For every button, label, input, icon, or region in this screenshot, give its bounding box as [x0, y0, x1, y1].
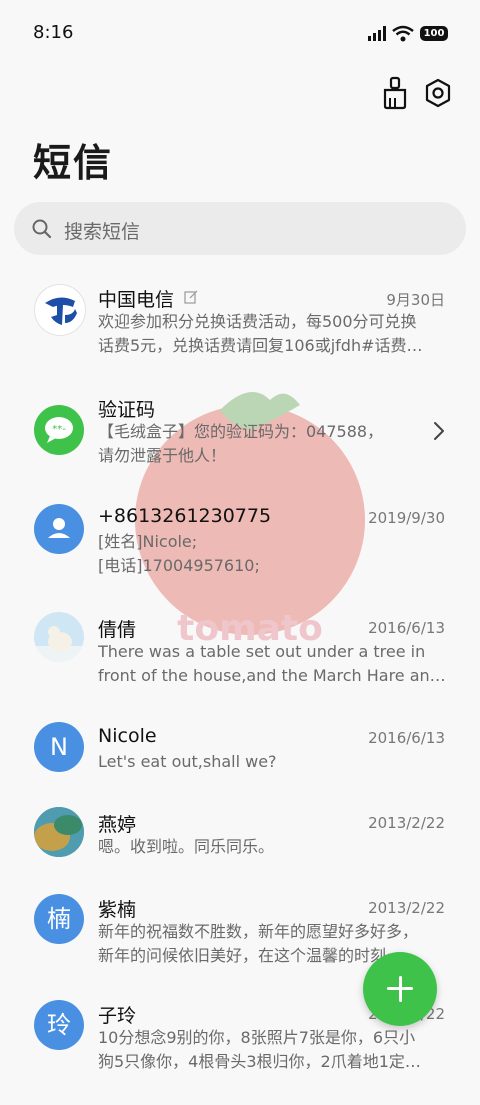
conversation-name: +8613261230775: [98, 505, 272, 527]
verification-message-icon: **-: [34, 405, 84, 455]
clean-brush-icon[interactable]: [380, 76, 410, 110]
battery-icon: 100: [420, 26, 448, 41]
conversation-date: 2019/9/30: [368, 509, 445, 527]
search-input[interactable]: 搜索短信: [14, 202, 466, 255]
conversation-snippet: 嗯。收到啦。同乐同乐。: [98, 837, 275, 856]
conversation-date: 2016/6/13: [368, 619, 445, 637]
contact-person-icon: [34, 504, 84, 554]
conversation-name: 倩倩: [98, 619, 137, 641]
conversation-name: 验证码: [98, 399, 156, 421]
conversation-snippet: 【毛绒盒子】您的验证码为：047588， 请勿泄露于他人！: [98, 422, 384, 465]
new-message-button[interactable]: [363, 952, 437, 1026]
wifi-icon: [392, 25, 414, 42]
svg-text:**-: **-: [52, 424, 66, 435]
conversation-snippet: [姓名]Nicole; [电话]17004957610;: [98, 532, 260, 575]
edit-icon: [184, 290, 198, 304]
conversation-name: 紫楠: [98, 899, 137, 921]
china-telecom-logo-icon: [34, 284, 86, 336]
conversation-date: 9月30日: [386, 291, 445, 309]
contact-letter-avatar: 玲: [34, 1000, 84, 1050]
conversation-snippet: Let's eat out,shall we?: [98, 752, 277, 771]
search-placeholder: 搜索短信: [64, 221, 141, 243]
page-title: 短信: [33, 141, 114, 185]
contact-letter-avatar: 楠: [34, 894, 84, 944]
conversation-name: Nicole: [98, 725, 157, 747]
signal-icon: [368, 26, 386, 41]
conversation-name: 中国电信: [98, 289, 175, 311]
conversation-name: 燕婷: [98, 814, 137, 836]
conversation-item[interactable]: +8613261230775 2019/9/30 [姓名]Nicole; [电话…: [0, 495, 480, 605]
settings-gear-icon[interactable]: [424, 76, 452, 110]
conversation-date: 2013/2/22: [368, 814, 445, 832]
conversation-date: 2016/6/13: [368, 729, 445, 747]
conversation-item[interactable]: 中国电信 9月30日 欢迎参加积分兑换话费活动，每500分可兑换 话费5元，兑换…: [0, 275, 480, 385]
chevron-right-icon[interactable]: [432, 421, 446, 441]
status-bar: 8:16 100: [0, 0, 480, 68]
conversation-item[interactable]: **- 验证码 【毛绒盒子】您的验证码为：047588， 请勿泄露于他人！: [0, 385, 480, 495]
conversation-date: 2013/2/22: [368, 899, 445, 917]
conversation-item[interactable]: 倩倩 2016/6/13 There was a table set out u…: [0, 605, 480, 715]
landscape-avatar: [34, 807, 84, 857]
status-time: 8:16: [33, 22, 74, 43]
conversation-snippet: There was a table set out under a tree i…: [98, 642, 446, 685]
conversation-snippet: 欢迎参加积分兑换话费活动，每500分可兑换 话费5元，兑换话费请回复106或jf…: [98, 312, 423, 355]
conversation-name: 子玲: [98, 1005, 137, 1027]
polar-bear-avatar: [34, 612, 84, 662]
search-icon: [32, 219, 52, 239]
contact-letter-avatar: N: [34, 722, 84, 772]
conversation-list: 中国电信 9月30日 欢迎参加积分兑换话费活动，每500分可兑换 话费5元，兑换…: [0, 255, 480, 1071]
